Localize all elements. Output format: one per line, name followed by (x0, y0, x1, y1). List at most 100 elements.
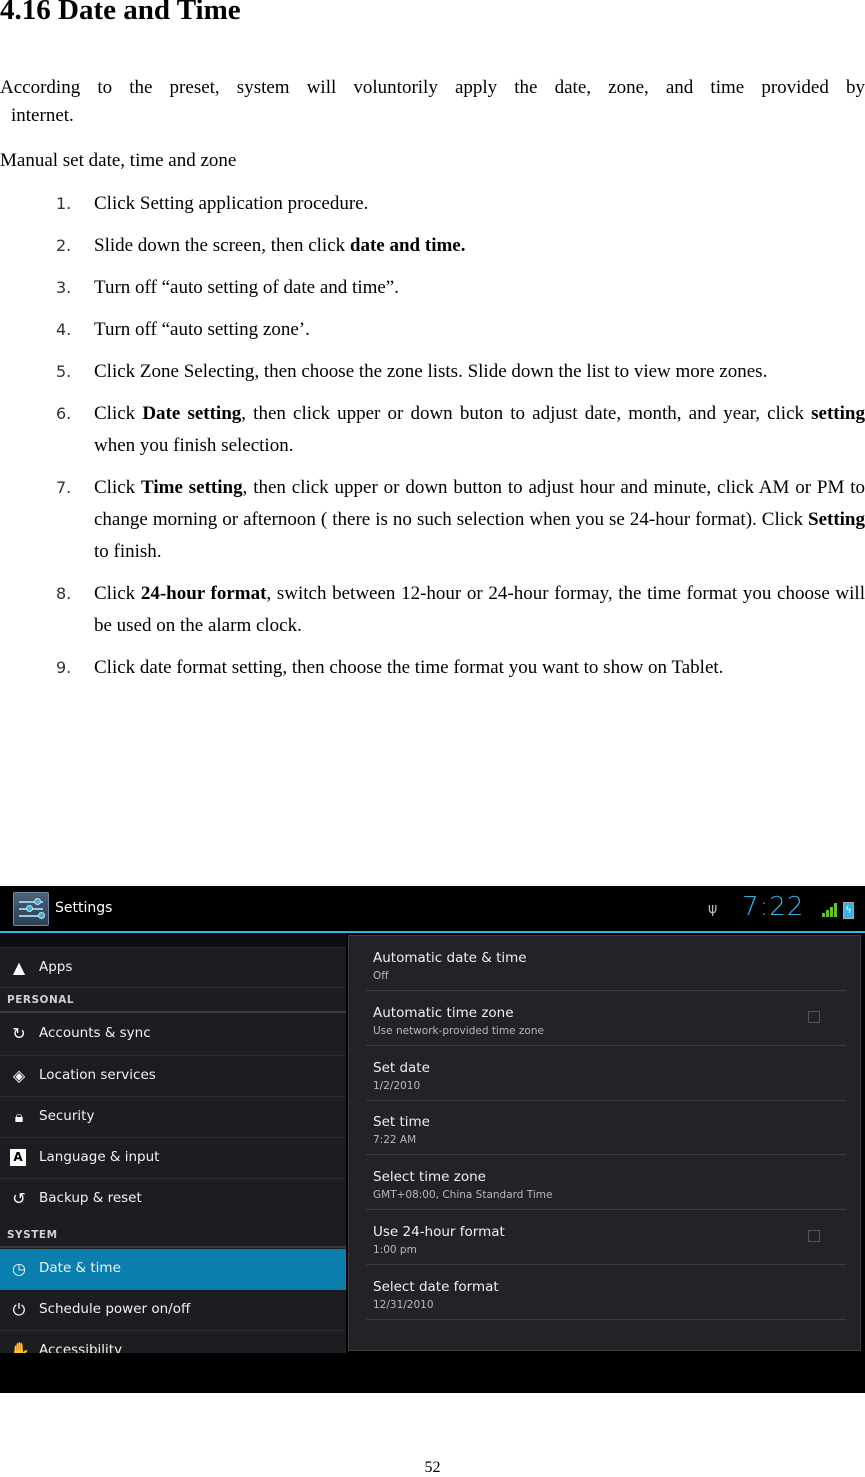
section-heading: 4.16 Date and Time (0, 0, 241, 26)
step-item: 9. Click date format setting, then choose… (0, 652, 865, 684)
setting-summary: GMT+08:00, China Standard Time (373, 1189, 553, 1202)
sidebar-item-location[interactable]: ◈ Location services (0, 1056, 346, 1097)
step-number: 7. (56, 478, 72, 497)
intro-paragraph: According to the preset, system will vol… (0, 72, 865, 132)
step-emphasis: date and time. (349, 235, 466, 256)
setting-row[interactable]: Select time zone GMT+08:00, China Standar… (366, 1155, 846, 1211)
step-text-run: Slide down the screen, then click (94, 235, 350, 256)
step-text-run: Click Zone Selecting, then choose the zo… (94, 361, 768, 382)
step-item: 6. Click Date setting, then click upper o… (0, 398, 865, 462)
setting-row[interactable]: Set time 7:22 AM (366, 1100, 846, 1156)
setting-row[interactable]: Select date format 12/31/2010 (366, 1265, 846, 1320)
step-text-run: Turn off “auto setting zone’. (94, 319, 310, 340)
sidebar-item-label: Language & input (39, 1149, 160, 1165)
step-number: 6. (56, 404, 72, 423)
app-title: Settings (55, 900, 113, 916)
setting-summary: Off (373, 970, 389, 982)
step-text: Turn off “auto setting zone’. (94, 314, 865, 346)
sidebar-item-backup[interactable]: ↺ Backup & reset (0, 1179, 346, 1220)
setting-title: Automatic date & time (373, 950, 527, 966)
clock-icon: ◷ (12, 1259, 26, 1278)
intro-line-1: According to the preset, system will vol… (0, 77, 865, 98)
section-header-system: SYSTEM (7, 1229, 58, 1241)
sidebar-item-date-time[interactable]: ◷ Date & time (0, 1249, 346, 1290)
step-emphasis: 24-hour format (140, 583, 267, 604)
step-item: 2. Slide down the screen, then click date… (0, 230, 865, 262)
sidebar-item-label: Accounts & sync (39, 1025, 151, 1041)
setting-checkbox[interactable] (808, 1230, 820, 1242)
sync-icon: ↻ (12, 1024, 26, 1043)
step-text-run: Click Setting application procedure. (94, 193, 369, 214)
sidebar-item-label: Apps (39, 959, 73, 975)
setting-row[interactable]: Automatic date & time Off (366, 936, 846, 991)
sidebar-item-label: Schedule power on/off (39, 1301, 191, 1317)
step-text: Click Time setting, then click upper or … (94, 472, 865, 568)
section-header-personal: PERSONAL (7, 994, 75, 1006)
settings-headers-list: ▲ Apps PERSONAL ↻ Accounts & sync ◈ Loca… (0, 933, 346, 1360)
step-text-run: when you finish selection. (94, 435, 294, 456)
setting-title: Use 24-hour format (373, 1224, 505, 1240)
sidebar-item-label: Location services (39, 1067, 156, 1083)
step-item: 3. Turn off “auto setting of date and tim… (0, 272, 865, 304)
step-text-run: Click (94, 477, 142, 498)
sidebar-item-security[interactable]: 🔒︎ Security (0, 1097, 346, 1138)
setting-checkbox[interactable] (808, 1010, 820, 1023)
sidebar-item-apps[interactable]: ▲ Apps (0, 948, 346, 988)
power-schedule-icon: ⏻ (12, 1300, 26, 1319)
step-text-run: Click (94, 583, 141, 604)
sidebar-item-label: Backup & reset (39, 1190, 142, 1206)
subheading: Manual set date, time and zone (0, 150, 237, 171)
step-text: Click Setting application procedure. (94, 188, 865, 220)
sidebar-item-label: Date & time (39, 1260, 121, 1276)
backup-icon: ↺ (12, 1189, 26, 1208)
step-number: 8. (56, 584, 72, 603)
step-text-run: Click (94, 403, 143, 424)
page-number: 52 (424, 1459, 441, 1476)
sidebar-item-language[interactable]: A Language & input (0, 1138, 346, 1179)
step-item: 8. Click 24-hour format, switch between 1… (0, 578, 865, 642)
step-text-run: Click date format setting, then choose t… (94, 657, 724, 678)
step-text-run: Turn off “auto setting of date and time”… (94, 277, 399, 298)
step-text: Click Zone Selecting, then choose the zo… (94, 356, 865, 388)
step-text: Click date format setting, then choose t… (94, 652, 865, 684)
setting-title: Automatic time zone (373, 1004, 514, 1021)
system-navigation-bar (0, 1353, 865, 1393)
lock-icon: 🔒︎ (14, 1107, 24, 1126)
step-text-run: to finish. (94, 541, 162, 562)
step-emphasis: setting (811, 403, 865, 424)
step-text: Turn off “auto setting of date and time”… (94, 272, 865, 304)
step-emphasis: Setting (808, 509, 865, 530)
step-number: 2. (56, 236, 72, 255)
date-time-settings-panel: Automatic date & time Off Automatic time z… (348, 935, 861, 1351)
usb-icon: ψ (708, 901, 718, 917)
step-item: 4. Turn off “auto setting zone’. (0, 314, 865, 346)
status-clock: 7:22 (742, 892, 805, 922)
battery-icon: ϟ (843, 902, 854, 919)
step-number: 5. (56, 362, 72, 381)
step-item: 1. Click Setting application procedure. (0, 188, 865, 220)
setting-title: Select date format (373, 1278, 499, 1295)
step-item: 5. Click Zone Selecting, then choose the … (0, 356, 865, 388)
intro-line-2: internet. (11, 105, 74, 126)
location-icon: ◈ (12, 1066, 26, 1085)
step-number: 9. (56, 658, 72, 677)
step-number: 3. (56, 278, 72, 297)
step-emphasis: Date setting (142, 403, 242, 424)
setting-row[interactable]: Automatic time zone Use network-provided … (366, 991, 846, 1046)
sidebar-item-schedule-power[interactable]: ⏻ Schedule power on/off (0, 1290, 346, 1331)
setting-summary: 1/2/2010 (373, 1079, 421, 1092)
apps-icon: ▲ (12, 958, 26, 977)
setting-summary: 12/31/2010 (373, 1298, 434, 1311)
settings-app-icon[interactable] (13, 892, 49, 926)
setting-title: Select time zone (373, 1169, 486, 1186)
step-number: 1. (56, 194, 72, 213)
signal-icon (822, 903, 838, 917)
sidebar-item-accounts-sync[interactable]: ↻ Accounts & sync (0, 1014, 346, 1056)
setting-summary: 1:00 pm (373, 1244, 417, 1256)
setting-row[interactable]: Use 24-hour format 1:00 pm (366, 1210, 846, 1265)
action-bar: Settings ψ 7:22 ϟ (0, 886, 865, 933)
setting-row[interactable]: Set date 1/2/2010 (366, 1046, 846, 1101)
step-number: 4. (56, 320, 72, 339)
setting-summary: Use network-provided time zone (373, 1024, 544, 1037)
step-text-run: , then click upper or down buton to adju… (241, 403, 812, 424)
